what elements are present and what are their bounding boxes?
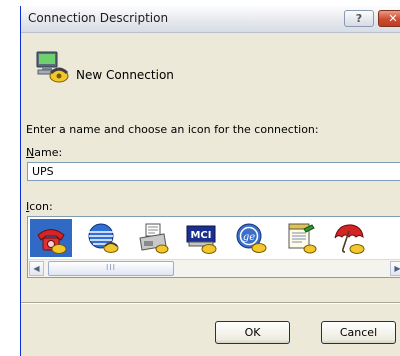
separator [21, 302, 400, 304]
icon-item-red-telephone[interactable] [30, 219, 72, 257]
mci-logo-icon: MCI [186, 225, 217, 254]
icon-list[interactable]: MCI ge ◀ III ▶ [27, 216, 400, 278]
globe-phone-icon [88, 223, 119, 253]
close-button[interactable]: ✕ [378, 10, 400, 27]
window-title: Connection Description [28, 11, 169, 25]
scroll-left-icon[interactable]: ◀ [29, 261, 44, 276]
svg-text:MCI: MCI [190, 230, 211, 241]
scroll-right-icon[interactable]: ▶ [390, 261, 400, 276]
icon-list-scrollbar[interactable]: ◀ III ▶ [28, 259, 400, 277]
icon-item-fax-machine[interactable] [132, 219, 174, 257]
notepad-icon [288, 223, 317, 254]
connection-description-dialog: Connection Description ? ✕ New Connectio… [20, 6, 400, 356]
icon-item-globe-phone[interactable] [82, 219, 124, 257]
cancel-button[interactable]: Cancel [321, 321, 396, 344]
instructions-text: Enter a name and choose an icon for the … [26, 123, 319, 136]
red-telephone-icon [37, 229, 67, 254]
connection-name: New Connection [76, 68, 174, 82]
name-input[interactable] [27, 162, 400, 181]
name-label: Name: [26, 146, 62, 159]
svg-text:ge: ge [243, 232, 255, 243]
phone-computer-icon [36, 51, 69, 83]
ok-button[interactable]: OK [215, 321, 290, 344]
name-accel-key: N [26, 146, 35, 159]
umbrella-icon [334, 224, 365, 254]
icon-item-mci-logo[interactable]: MCI [180, 219, 222, 257]
name-label-rest: ame: [34, 146, 63, 159]
icon-label-rest: con: [29, 200, 53, 213]
scrollbar-thumb[interactable]: III [48, 261, 174, 276]
help-button[interactable]: ? [344, 10, 374, 27]
icon-item-umbrella[interactable] [328, 219, 370, 257]
icon-item-ge-logo[interactable]: ge [230, 219, 272, 257]
icon-label: Icon: [26, 200, 53, 213]
title-bar[interactable]: Connection Description ? ✕ [21, 6, 400, 33]
fax-machine-icon [139, 223, 169, 254]
icon-item-notepad[interactable] [280, 219, 322, 257]
ge-logo-icon: ge [236, 223, 267, 253]
